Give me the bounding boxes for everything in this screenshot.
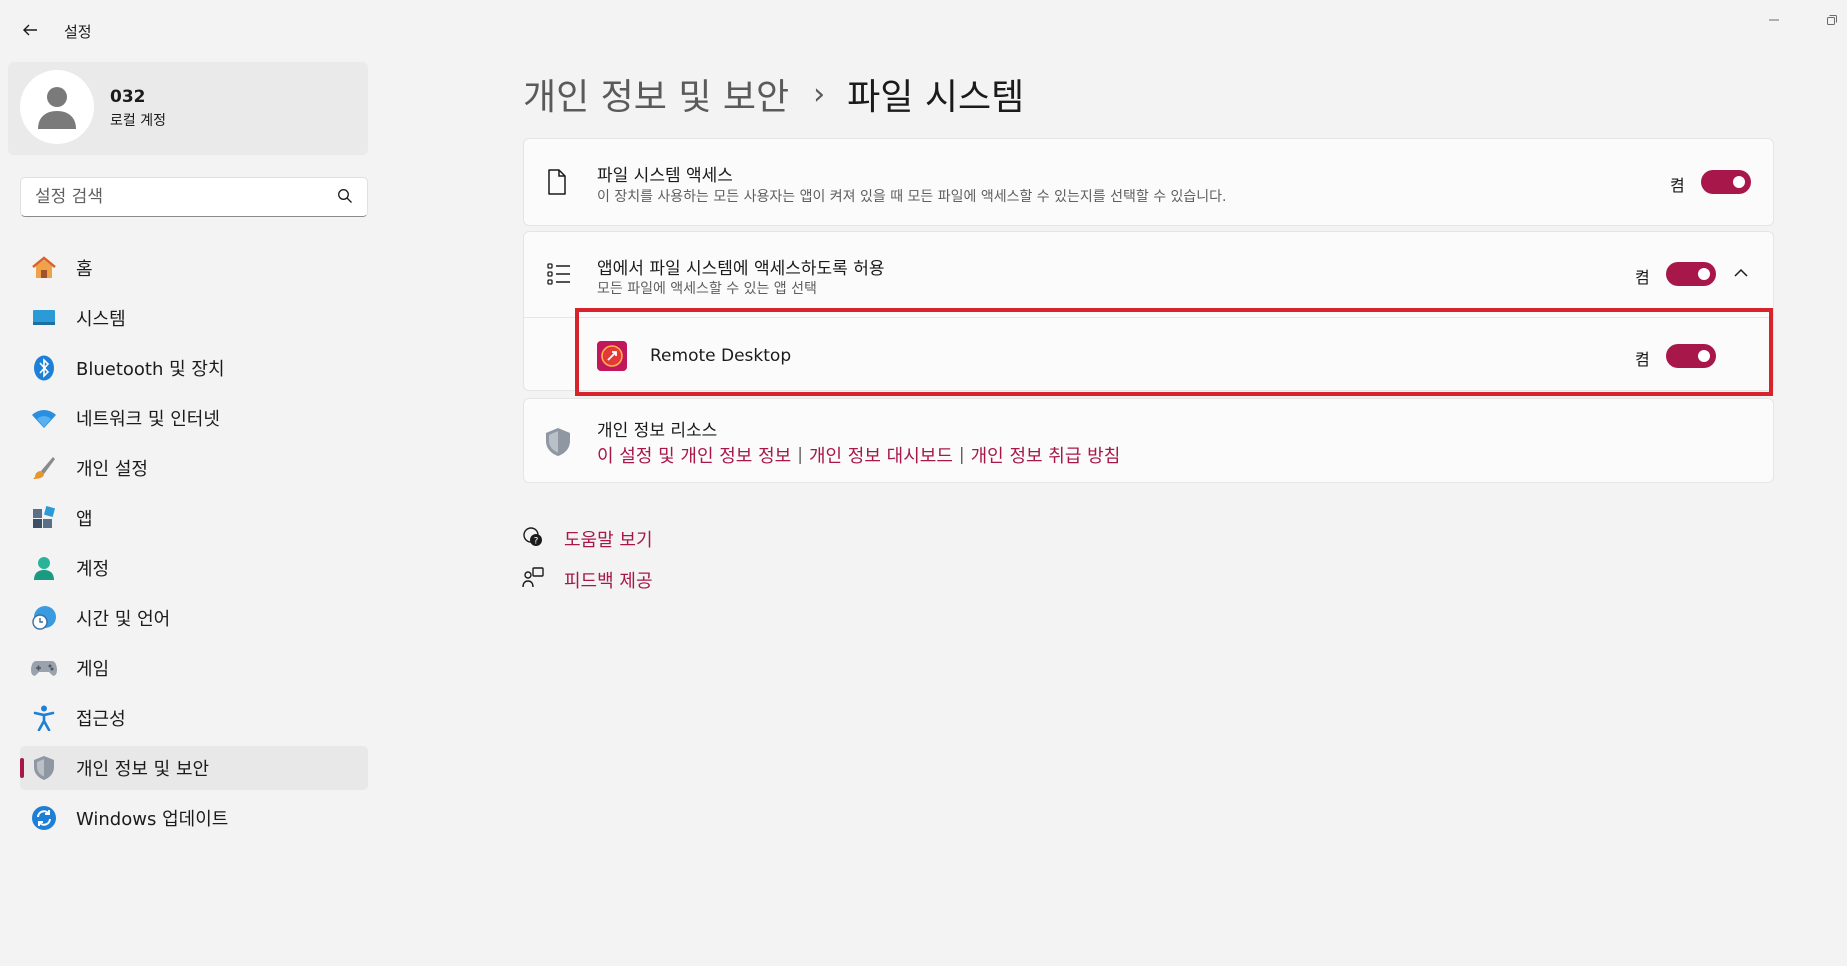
sidebar-item-bluetooth[interactable]: Bluetooth 및 장치 bbox=[20, 346, 368, 390]
link-separator: | bbox=[797, 445, 803, 465]
brush-icon bbox=[30, 454, 58, 482]
privacy-resources-title: 개인 정보 리소스 bbox=[597, 421, 718, 441]
back-arrow-icon bbox=[23, 24, 37, 36]
back-button[interactable] bbox=[14, 14, 46, 46]
app-access-title: 앱에서 파일 시스템에 액세스하도록 허용 bbox=[597, 259, 885, 279]
restore-icon bbox=[1827, 15, 1837, 25]
sidebar-item-label: 홈 bbox=[76, 259, 93, 280]
app-access-state: 켬 bbox=[1635, 268, 1650, 287]
feedback-link[interactable]: 피드백 제공 bbox=[564, 567, 653, 593]
privacy-links: 이 설정 및 개인 정보 정보 | 개인 정보 대시보드 | 개인 정보 취급 … bbox=[597, 442, 1120, 468]
privacy-dashboard-link[interactable]: 개인 정보 대시보드 bbox=[809, 442, 953, 468]
minimize-icon bbox=[1769, 19, 1779, 21]
chevron-up-icon[interactable] bbox=[1734, 268, 1748, 278]
active-indicator bbox=[20, 758, 24, 778]
search-input[interactable] bbox=[21, 178, 311, 216]
breadcrumb-separator: › bbox=[813, 76, 826, 112]
account-icon bbox=[30, 554, 58, 582]
breadcrumb: 개인 정보 및 보안 › 파일 시스템 bbox=[523, 68, 1024, 120]
sidebar-item-label: Windows 업데이트 bbox=[76, 809, 229, 830]
sidebar-item-home[interactable]: 홈 bbox=[20, 246, 368, 290]
app-access-toggle[interactable] bbox=[1666, 262, 1716, 286]
bluetooth-icon bbox=[30, 354, 58, 382]
feedback-icon bbox=[522, 567, 544, 588]
sidebar-item-label: 개인 설정 bbox=[76, 459, 148, 480]
minimize-button[interactable] bbox=[1754, 8, 1794, 32]
privacy-settings-info-link[interactable]: 이 설정 및 개인 정보 정보 bbox=[597, 442, 791, 468]
sidebar-item-label: 계정 bbox=[76, 559, 110, 580]
sidebar-item-label: 게임 bbox=[76, 659, 110, 680]
highlight-box bbox=[575, 308, 1773, 396]
search-box[interactable] bbox=[20, 177, 368, 217]
avatar[interactable] bbox=[20, 70, 94, 144]
fs-access-title: 파일 시스템 액세스 bbox=[597, 166, 733, 186]
sidebar-item-label: 접근성 bbox=[76, 709, 126, 730]
accessibility-icon bbox=[30, 704, 58, 732]
sidebar-item-network[interactable]: 네트워크 및 인터넷 bbox=[20, 396, 368, 440]
app-access-description: 모든 파일에 액세스할 수 있는 앱 선택 bbox=[597, 281, 817, 297]
page-title: 파일 시스템 bbox=[847, 77, 1025, 118]
sidebar-item-label: Bluetooth 및 장치 bbox=[76, 359, 225, 380]
sidebar-item-label: 앱 bbox=[76, 509, 93, 530]
sidebar-item-accessibility[interactable]: 접근성 bbox=[20, 696, 368, 740]
fs-access-card: 파일 시스템 액세스 이 장치를 사용하는 모든 사용자는 앱이 켜져 있을 때… bbox=[523, 138, 1774, 226]
sidebar-item-system[interactable]: 시스템 bbox=[20, 296, 368, 340]
get-help-link[interactable]: 도움말 보기 bbox=[564, 526, 653, 552]
profile-account-type: 로컬 계정 bbox=[110, 113, 166, 129]
gamepad-icon bbox=[30, 654, 58, 682]
sidebar-item-personalization[interactable]: 개인 설정 bbox=[20, 446, 368, 490]
sidebar-item-apps[interactable]: 앱 bbox=[20, 496, 368, 540]
sidebar-item-accounts[interactable]: 계정 bbox=[20, 546, 368, 590]
svg-text:?: ? bbox=[534, 537, 539, 547]
privacy-resources-card: 개인 정보 리소스 이 설정 및 개인 정보 정보 | 개인 정보 대시보드 |… bbox=[523, 398, 1774, 483]
restore-button[interactable] bbox=[1812, 8, 1847, 32]
sidebar-item-label: 네트워크 및 인터넷 bbox=[76, 409, 220, 430]
search-icon[interactable] bbox=[337, 188, 353, 204]
sidebar-item-label: 시간 및 언어 bbox=[76, 609, 171, 630]
sidebar-item-time-language[interactable]: 시간 및 언어 bbox=[20, 596, 368, 640]
time-language-icon bbox=[30, 604, 58, 632]
app-title: 설정 bbox=[64, 23, 92, 41]
help-icon: ? bbox=[523, 527, 542, 547]
wifi-icon bbox=[30, 404, 58, 432]
list-icon bbox=[547, 263, 570, 285]
update-icon bbox=[30, 804, 58, 832]
profile-name: 032 bbox=[110, 87, 146, 107]
fs-access-description: 이 장치를 사용하는 모든 사용자는 앱이 켜져 있을 때 모든 파일에 액세스… bbox=[597, 189, 1227, 205]
privacy-statement-link[interactable]: 개인 정보 취급 방침 bbox=[971, 442, 1121, 468]
shield-icon bbox=[30, 754, 58, 782]
sidebar-item-label: 시스템 bbox=[76, 309, 126, 330]
breadcrumb-parent[interactable]: 개인 정보 및 보안 bbox=[523, 68, 789, 120]
shield-icon bbox=[546, 428, 570, 456]
user-icon bbox=[38, 87, 76, 129]
home-icon bbox=[30, 254, 58, 282]
fs-access-toggle[interactable] bbox=[1701, 170, 1751, 194]
sidebar-item-privacy-security[interactable]: 개인 정보 및 보안 bbox=[20, 746, 368, 790]
fs-access-state: 켬 bbox=[1670, 176, 1685, 195]
system-icon bbox=[30, 304, 58, 332]
apps-icon bbox=[30, 504, 58, 532]
sidebar-item-gaming[interactable]: 게임 bbox=[20, 646, 368, 690]
sidebar-item-windows-update[interactable]: Windows 업데이트 bbox=[20, 796, 368, 840]
document-icon bbox=[548, 169, 566, 195]
link-separator: | bbox=[958, 445, 965, 465]
sidebar-item-label: 개인 정보 및 보안 bbox=[76, 759, 210, 780]
